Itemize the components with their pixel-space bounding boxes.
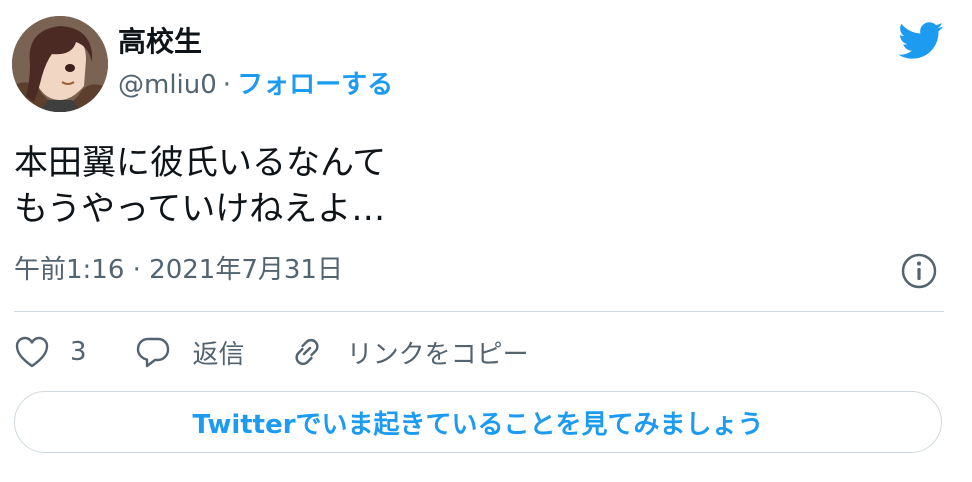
speech-bubble-icon: [136, 337, 169, 368]
reply-label: 返信: [192, 339, 245, 370]
avatar-image: [12, 16, 108, 112]
explore-twitter-button[interactable]: Twitterでいま起きていることを見てみましょう: [14, 391, 942, 453]
tweet-line: 本田翼に彼氏いるなんて: [14, 143, 387, 183]
tweet-text: 本田翼に彼氏いるなんて もうやっていけねえよ…: [14, 140, 386, 232]
info-icon[interactable]: [900, 252, 938, 290]
copy-link-label: リンクをコピー: [346, 339, 529, 370]
divider: [14, 311, 944, 312]
reply-button[interactable]: 返信: [135, 334, 245, 371]
action-bar: 3 返信 リンクをコピー: [14, 330, 529, 374]
embedded-tweet-card: 高校生 @mliu0 · フォローする 本田翼に彼氏いるなんて もうやっていけねえよ…: [0, 0, 972, 482]
tweet-timestamp[interactable]: 午前1:16 · 2021年7月31日: [14, 254, 343, 286]
like-count: 3: [70, 337, 87, 367]
twitter-bird-icon[interactable]: [898, 22, 944, 60]
author-name[interactable]: 高校生: [118, 24, 202, 60]
link-icon: [294, 338, 319, 366]
separator-dot: ·: [222, 70, 232, 100]
author-handle[interactable]: @mliu0: [118, 70, 217, 100]
copy-link-button[interactable]: リンクをコピー: [289, 334, 529, 371]
follow-link[interactable]: フォローする: [237, 70, 393, 100]
tweet-line: もうやっていけねえよ…: [14, 189, 386, 229]
avatar[interactable]: [12, 16, 108, 112]
heart-icon: [15, 336, 49, 368]
like-button[interactable]: 3: [14, 335, 87, 369]
author-handle-row: @mliu0 · フォローする: [118, 68, 393, 102]
